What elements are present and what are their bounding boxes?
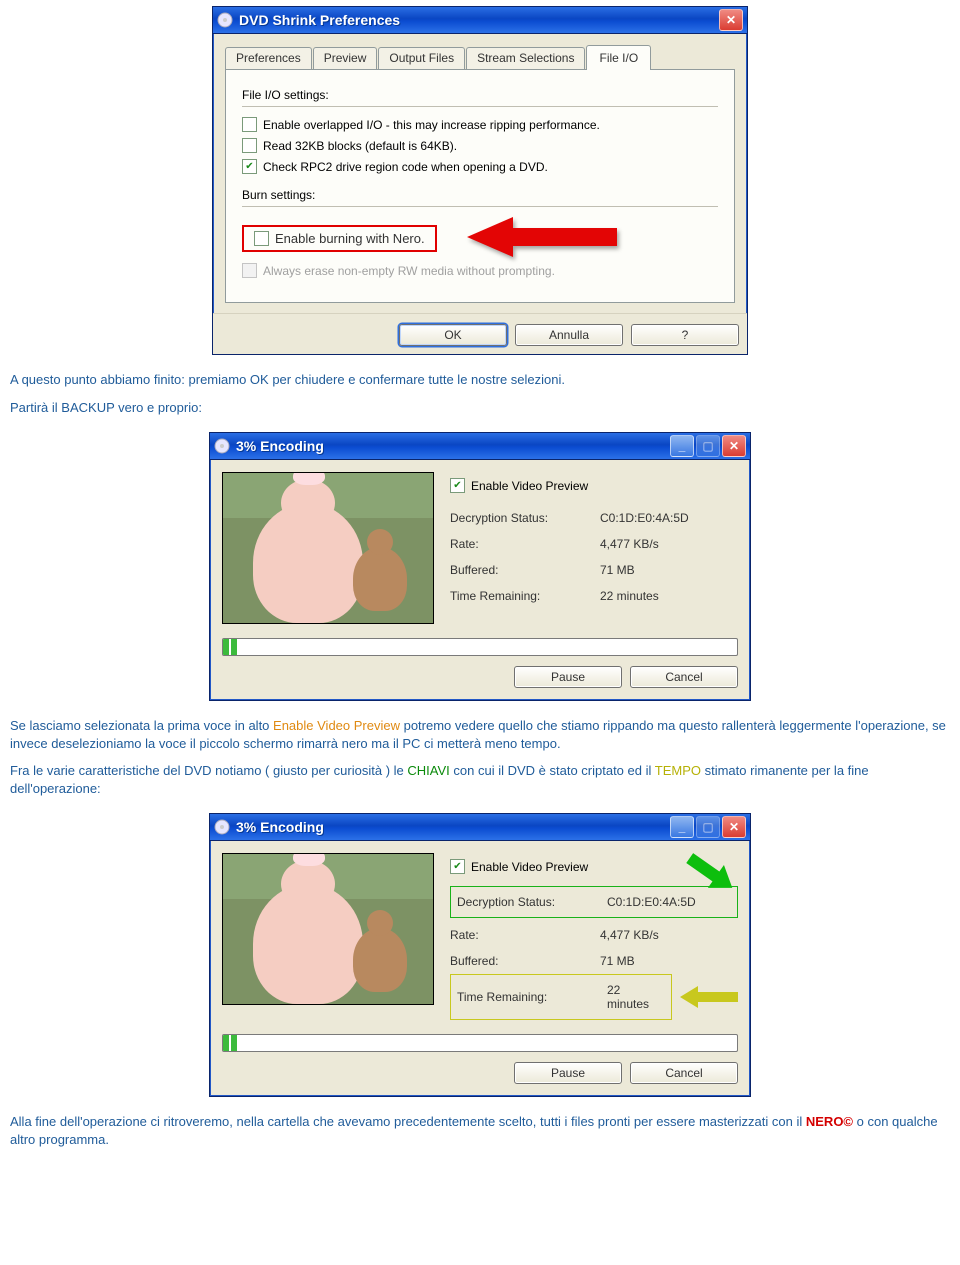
encoding-stats: ✔ Enable Video Preview Decryption Status… bbox=[450, 472, 738, 609]
encoding-title: 3% Encoding bbox=[236, 819, 670, 835]
time-remaining-value: 22 minutes bbox=[607, 977, 665, 1017]
opt-overlapped-io[interactable]: Enable overlapped I/O - this may increas… bbox=[242, 117, 718, 132]
close-icon[interactable]: ✕ bbox=[719, 9, 743, 31]
encoding-titlebar[interactable]: 3% Encoding _ ▢ ✕ bbox=[210, 814, 750, 841]
encoding-stats: ✔ Enable Video Preview bbox=[450, 853, 738, 1020]
tab-stream-selections[interactable]: Stream Selections bbox=[466, 47, 585, 69]
tab-page-file-io: File I/O settings: Enable overlapped I/O… bbox=[225, 69, 735, 303]
minimize-icon[interactable]: _ bbox=[670, 435, 694, 457]
maximize-icon: ▢ bbox=[696, 435, 720, 457]
decryption-status-label: Decryption Status: bbox=[450, 505, 600, 531]
paragraph: Se lasciamo selezionata la prima voce in… bbox=[10, 717, 950, 752]
maximize-icon: ▢ bbox=[696, 816, 720, 838]
paragraph: A questo punto abbiamo finito: premiamo … bbox=[10, 371, 950, 389]
opt-rpc2-label: Check RPC2 drive region code when openin… bbox=[263, 160, 548, 174]
paragraph: Alla fine dell'operazione ci ritroveremo… bbox=[10, 1113, 950, 1148]
opt-erase-label: Always erase non-empty RW media without … bbox=[263, 264, 555, 278]
cancel-button[interactable]: Annulla bbox=[515, 324, 623, 346]
checkbox-icon[interactable]: ✔ bbox=[242, 159, 257, 174]
checkbox-icon[interactable] bbox=[242, 117, 257, 132]
pause-button[interactable]: Pause bbox=[514, 666, 622, 688]
pause-button[interactable]: Pause bbox=[514, 1062, 622, 1084]
progress-fill bbox=[223, 639, 238, 655]
tab-file-io[interactable]: File I/O bbox=[586, 45, 651, 70]
paragraph: Fra le varie caratteristiche del DVD not… bbox=[10, 762, 950, 797]
opt-nero-label: Enable burning with Nero. bbox=[275, 231, 425, 246]
opt-overlapped-io-label: Enable overlapped I/O - this may increas… bbox=[263, 118, 600, 132]
encoding-title: 3% Encoding bbox=[236, 438, 670, 454]
section-burn-label: Burn settings: bbox=[242, 188, 718, 202]
enable-video-preview-label: Enable Video Preview bbox=[471, 479, 588, 493]
tab-preview[interactable]: Preview bbox=[313, 47, 378, 69]
prefs-button-bar: OK Annulla ? bbox=[213, 313, 747, 354]
opt-rpc2[interactable]: ✔ Check RPC2 drive region code when open… bbox=[242, 159, 718, 174]
buffered-value: 71 MB bbox=[600, 948, 669, 974]
enable-video-preview-label: Enable Video Preview bbox=[471, 860, 588, 874]
prefs-title: DVD Shrink Preferences bbox=[239, 12, 719, 28]
close-icon[interactable]: ✕ bbox=[722, 435, 746, 457]
yellow-arrow-left-icon bbox=[680, 984, 738, 1010]
rate-value: 4,477 KB/s bbox=[600, 922, 669, 948]
help-button[interactable]: ? bbox=[631, 324, 739, 346]
checkbox-icon[interactable]: ✔ bbox=[450, 478, 465, 493]
progress-fill bbox=[223, 1035, 238, 1051]
decryption-status-label: Decryption Status: bbox=[457, 889, 607, 915]
divider bbox=[242, 206, 718, 207]
green-arrow-icon bbox=[681, 845, 741, 901]
prefs-titlebar[interactable]: DVD Shrink Preferences ✕ bbox=[213, 7, 747, 34]
section-io-label: File I/O settings: bbox=[242, 88, 718, 102]
progress-bar bbox=[222, 1034, 738, 1052]
paragraph: Partirà il BACKUP vero e proprio: bbox=[10, 399, 950, 417]
time-remaining-label: Time Remaining: bbox=[450, 583, 600, 609]
checkbox-icon[interactable] bbox=[242, 138, 257, 153]
highlight-nero: NERO© bbox=[806, 1114, 853, 1129]
highlight-tempo: TEMPO bbox=[655, 763, 701, 778]
encoding-dialog-2: 3% Encoding _ ▢ ✕ ✔ bbox=[209, 813, 751, 1097]
opt-32kb-blocks[interactable]: Read 32KB blocks (default is 64KB). bbox=[242, 138, 718, 153]
cancel-button[interactable]: Cancel bbox=[630, 666, 738, 688]
rate-label: Rate: bbox=[450, 531, 600, 557]
highlight-chiavi: CHIAVI bbox=[407, 763, 449, 778]
buffered-label: Buffered: bbox=[450, 557, 600, 583]
video-preview bbox=[222, 472, 434, 624]
minimize-icon[interactable]: _ bbox=[670, 816, 694, 838]
time-remaining-value: 22 minutes bbox=[600, 583, 699, 609]
divider bbox=[242, 106, 718, 107]
ok-button[interactable]: OK bbox=[399, 324, 507, 346]
time-remaining-label: Time Remaining: bbox=[457, 977, 607, 1017]
highlight-time-remaining-row: Time Remaining: 22 minutes bbox=[450, 974, 672, 1020]
encoding-dialog-1: 3% Encoding _ ▢ ✕ ✔ bbox=[209, 432, 751, 701]
tab-preferences[interactable]: Preferences bbox=[225, 47, 312, 69]
prefs-dialog: DVD Shrink Preferences ✕ Preferences Pre… bbox=[212, 6, 748, 355]
dvd-shrink-icon bbox=[217, 12, 233, 28]
dvd-shrink-icon bbox=[214, 819, 230, 835]
decryption-status-value: C0:1D:E0:4A:5D bbox=[600, 505, 699, 531]
tab-output-files[interactable]: Output Files bbox=[378, 47, 465, 69]
opt-32kb-label: Read 32KB blocks (default is 64KB). bbox=[263, 139, 457, 153]
progress-bar bbox=[222, 638, 738, 656]
close-icon[interactable]: ✕ bbox=[722, 816, 746, 838]
buffered-value: 71 MB bbox=[600, 557, 699, 583]
video-preview bbox=[222, 853, 434, 1005]
checkbox-icon[interactable] bbox=[254, 231, 269, 246]
highlight-nero-option: Enable burning with Nero. bbox=[242, 225, 437, 252]
rate-value: 4,477 KB/s bbox=[600, 531, 699, 557]
red-arrow-left-icon bbox=[467, 217, 627, 257]
highlight-decryption-row: Decryption Status: C0:1D:E0:4A:5D bbox=[450, 886, 738, 918]
prefs-tabs: Preferences Preview Output Files Stream … bbox=[225, 44, 735, 69]
enable-video-preview[interactable]: ✔ Enable Video Preview bbox=[450, 478, 738, 493]
dvd-shrink-icon bbox=[214, 438, 230, 454]
buffered-label: Buffered: bbox=[450, 948, 600, 974]
opt-erase-rw: Always erase non-empty RW media without … bbox=[242, 263, 718, 278]
checkbox-icon bbox=[242, 263, 257, 278]
checkbox-icon[interactable]: ✔ bbox=[450, 859, 465, 874]
rate-label: Rate: bbox=[450, 922, 600, 948]
highlight-evo: Enable Video Preview bbox=[273, 718, 400, 733]
encoding-titlebar[interactable]: 3% Encoding _ ▢ ✕ bbox=[210, 433, 750, 460]
cancel-button[interactable]: Cancel bbox=[630, 1062, 738, 1084]
